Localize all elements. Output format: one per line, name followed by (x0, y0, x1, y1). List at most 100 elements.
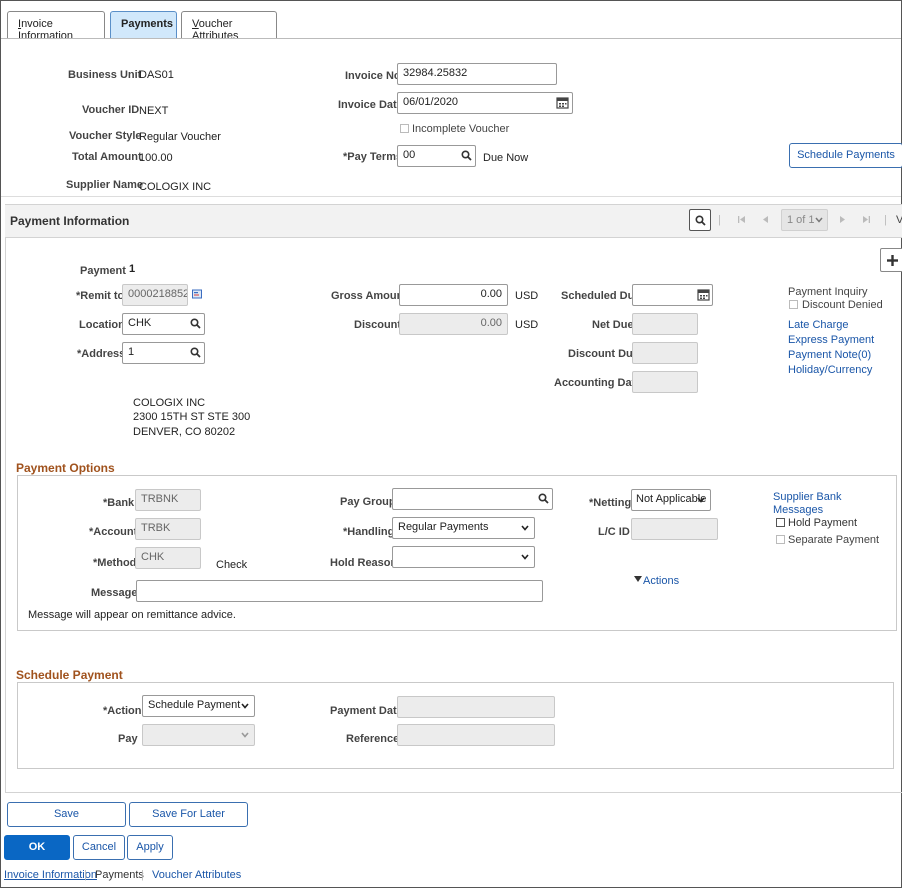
express-payment-link[interactable]: Express Payment (788, 334, 874, 346)
hold-payment-label: Hold Payment (788, 517, 858, 529)
apply-button[interactable]: Apply (127, 835, 173, 860)
address-label: *Address (77, 348, 126, 360)
method-input: CHK (135, 547, 201, 569)
search-icon[interactable] (461, 150, 472, 161)
save-button[interactable]: Save (7, 802, 126, 827)
previous-page-icon[interactable] (761, 215, 770, 224)
reference-input (397, 724, 555, 746)
pay-terms-description: Due Now (483, 152, 529, 164)
action-label: *Action (103, 705, 142, 717)
message-label: Message (91, 587, 138, 599)
chevron-down-icon (241, 703, 249, 709)
actions-link[interactable]: Actions (643, 575, 679, 587)
remit-to-input: 0000218852 (122, 284, 188, 306)
supplier-bank-messages-link-line-2[interactable]: Messages (773, 504, 823, 516)
cancel-button[interactable]: Cancel (73, 835, 125, 860)
calendar-icon[interactable] (697, 288, 710, 301)
late-charge-link[interactable]: Late Charge (788, 319, 849, 331)
location-value: CHK (128, 317, 152, 329)
netting-select[interactable]: Not Applicable (631, 489, 711, 511)
row-selector[interactable]: 1 of 1 (781, 209, 828, 231)
view-all-link[interactable]: V (896, 214, 902, 226)
netting-label: *Netting (589, 497, 632, 509)
invoice-no-input[interactable]: 32984.25832 (397, 63, 557, 85)
next-page-icon[interactable] (838, 215, 847, 224)
add-row-button[interactable] (880, 248, 902, 272)
address-line-3: DENVER, CO 80202 (133, 426, 236, 438)
tab-voucher-attributes[interactable]: Voucher Attributes (181, 11, 277, 42)
calendar-icon[interactable] (556, 96, 569, 109)
header-divider (1, 196, 901, 197)
address-line-1: COLOGIX INC (133, 397, 206, 409)
action-value: Schedule Payment (148, 699, 241, 711)
netting-value: Not Applicable (636, 493, 707, 505)
action-select[interactable]: Schedule Payment (142, 695, 255, 717)
schedule-payments-button[interactable]: Schedule Payments (789, 143, 902, 168)
hold-payment-checkbox[interactable] (776, 518, 785, 527)
schedule-payment-title: Schedule Payment (16, 668, 123, 682)
handling-label: *Handling (343, 526, 395, 538)
total-amount-label: Total Amount (72, 151, 142, 163)
handling-value: Regular Payments (398, 521, 489, 533)
pay-group-label: Pay Group (340, 496, 396, 508)
pay-terms-label: *Pay Terms (343, 151, 403, 163)
hold-reason-select[interactable] (392, 546, 535, 568)
tab-mnemonic: V (192, 18, 199, 30)
gross-amount-currency: USD (515, 290, 539, 302)
search-icon[interactable] (538, 493, 549, 504)
payment-date-label: Payment Date (330, 705, 403, 717)
account-input: TRBK (135, 518, 201, 540)
method-label: *Method (93, 557, 137, 569)
pay-label: Pay (118, 733, 138, 745)
footer-link-invoice-information[interactable]: Invoice Information (4, 869, 97, 881)
footer-separator: | (141, 869, 144, 881)
handling-select[interactable]: Regular Payments (392, 517, 535, 539)
discount-denied-checkbox[interactable] (789, 300, 798, 309)
footer-link-voucher-attributes[interactable]: Voucher Attributes (152, 869, 241, 881)
message-input[interactable] (136, 580, 543, 602)
pay-terms-value: 00 (403, 149, 416, 161)
payment-note-link[interactable]: Payment Note(0) (788, 349, 871, 361)
chevron-down-icon (697, 497, 705, 503)
search-icon[interactable] (190, 318, 201, 329)
discount-label: Discount (354, 319, 402, 331)
payment-label: Payment (80, 265, 126, 277)
pay-group-input[interactable] (392, 488, 553, 510)
search-icon[interactable] (190, 347, 201, 358)
last-page-icon[interactable] (862, 215, 871, 224)
find-button[interactable] (689, 209, 711, 231)
address-card-icon[interactable] (192, 289, 203, 300)
net-due-input (632, 313, 698, 335)
incomplete-voucher-label: Incomplete Voucher (412, 123, 510, 135)
chevron-down-icon (241, 732, 249, 738)
tab-payments[interactable]: Payments (110, 11, 177, 38)
remit-to-label: *Remit to (76, 290, 125, 302)
supplier-name-label: Supplier Name (66, 179, 144, 191)
save-for-later-button[interactable]: Save For Later (129, 802, 248, 827)
scheduled-due-label: Scheduled Due (561, 290, 641, 302)
pager-separator: | (718, 214, 721, 226)
holiday-currency-link[interactable]: Holiday/Currency (788, 364, 872, 376)
gross-amount-input[interactable]: 0.00 (399, 284, 508, 306)
bank-input: TRBNK (135, 489, 201, 511)
invoice-date-label: Invoice Date (338, 99, 403, 111)
accounting-date-input (632, 371, 698, 393)
invoice-no-label: Invoice No (345, 70, 401, 82)
chevron-down-icon (521, 525, 529, 531)
accounting-date-label: Accounting Date (554, 377, 642, 389)
business-unit-label: Business Unit (68, 69, 142, 81)
row-selector-value: 1 of 1 (787, 214, 815, 226)
footer-link-payments: Payments (95, 869, 144, 881)
payment-number: 1 (129, 263, 136, 275)
method-description: Check (216, 559, 248, 571)
ok-button[interactable]: OK (4, 835, 70, 860)
bank-label: *Bank (103, 497, 135, 509)
separate-payment-checkbox[interactable] (776, 535, 785, 544)
incomplete-voucher-checkbox[interactable] (400, 124, 409, 133)
supplier-bank-messages-link[interactable]: Supplier Bank (773, 491, 842, 503)
discount-due-label: Discount Due (568, 348, 639, 360)
first-page-icon[interactable] (737, 215, 746, 224)
tab-invoice-information[interactable]: Invoice Information (7, 11, 105, 42)
total-amount-value: 100.00 (139, 152, 173, 164)
invoice-date-input[interactable]: 06/01/2020 (397, 92, 573, 114)
